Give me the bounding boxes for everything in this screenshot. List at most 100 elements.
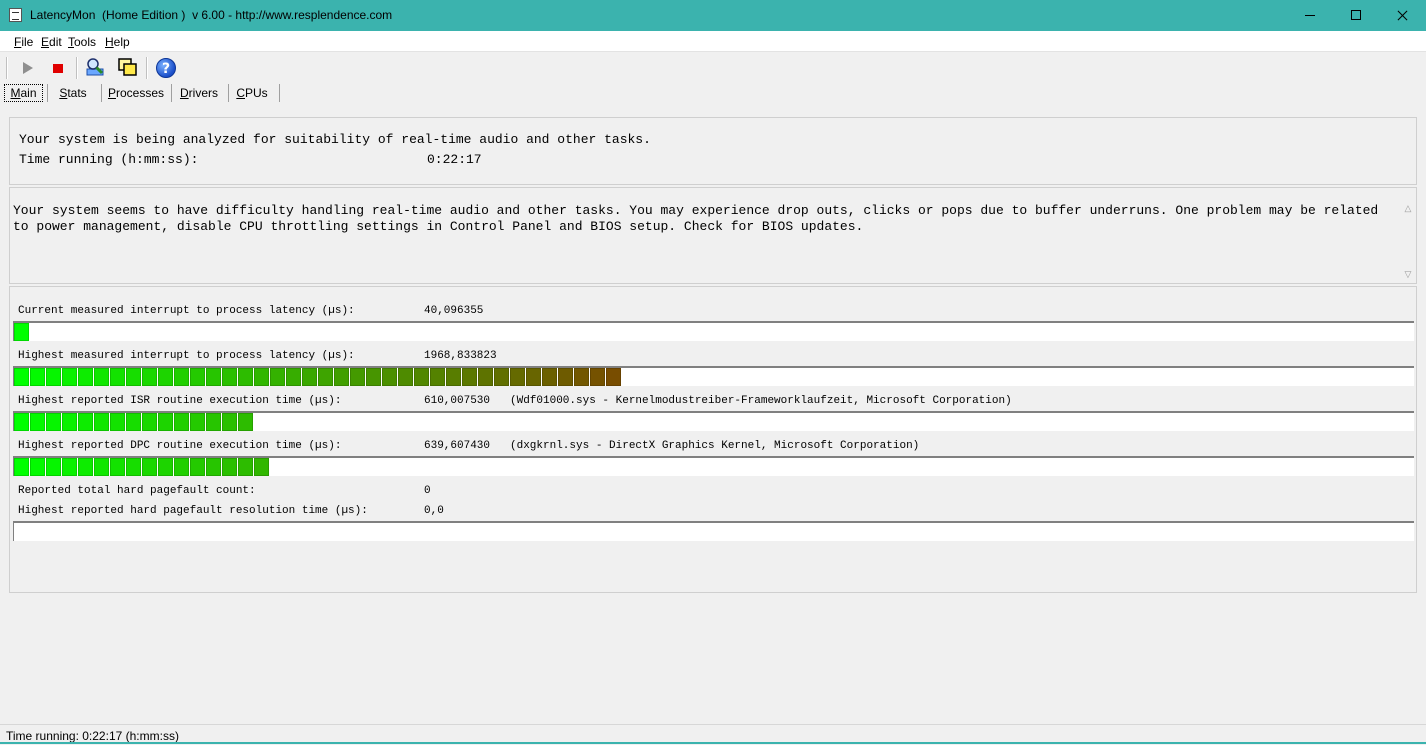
bar-segment xyxy=(558,368,573,386)
metrics-panel: Current measured interrupt to process la… xyxy=(9,286,1417,593)
menu-tools[interactable]: Tools xyxy=(68,35,96,49)
menu-bar: File Edit Tools Help xyxy=(0,31,1426,52)
magnify-icon xyxy=(86,58,104,76)
start-button[interactable] xyxy=(14,55,40,81)
pagefault-time-label: Highest reported hard pagefault resoluti… xyxy=(18,505,368,517)
tab-separator xyxy=(47,84,48,102)
toolbar-separator xyxy=(146,57,148,79)
bar-segment xyxy=(94,368,109,386)
analyze-button[interactable] xyxy=(82,55,108,81)
stop-button[interactable] xyxy=(45,55,71,81)
bar-segment xyxy=(14,413,29,431)
bar-segment xyxy=(94,458,109,476)
conclusion-scrollbar[interactable]: △ ▽ xyxy=(1400,200,1416,282)
tab-strip: Main Stats Processes Drivers CPUs xyxy=(0,82,1426,104)
menu-help[interactable]: Help xyxy=(105,35,130,49)
bar-segment xyxy=(302,368,317,386)
bar-segment xyxy=(30,368,45,386)
isr-time-label: Highest reported ISR routine execution t… xyxy=(18,395,342,407)
bar-segment xyxy=(318,368,333,386)
bar-segment xyxy=(526,368,541,386)
tab-processes[interactable]: Processes xyxy=(106,84,166,102)
dpc-time-label: Highest reported DPC routine execution t… xyxy=(18,440,342,452)
windows-icon xyxy=(118,58,137,76)
analysis-summary-panel: Your system is being analyzed for suitab… xyxy=(9,117,1417,185)
dpc-driver-info: (dxgkrnl.sys - DirectX Graphics Kernel, … xyxy=(510,440,920,452)
bar-segment xyxy=(430,368,445,386)
menu-file[interactable]: File xyxy=(14,35,33,49)
bar-segment xyxy=(46,458,61,476)
bar-segment xyxy=(94,413,109,431)
bar-segment xyxy=(190,413,205,431)
bar-segment xyxy=(126,458,141,476)
bar-segment xyxy=(142,368,157,386)
bar-segment xyxy=(174,368,189,386)
play-icon xyxy=(23,62,33,74)
help-button[interactable]: ? xyxy=(153,55,179,81)
bar-segment xyxy=(510,368,525,386)
bar-segment xyxy=(382,368,397,386)
bar-segment xyxy=(590,368,605,386)
bar-segment xyxy=(462,368,477,386)
tab-cpus[interactable]: CPUs xyxy=(233,84,271,102)
bar-segment xyxy=(190,368,205,386)
tab-main[interactable]: Main xyxy=(4,84,43,102)
bar-segment xyxy=(158,413,173,431)
app-icon[interactable] xyxy=(9,8,22,22)
title-bar[interactable]: LatencyMon (Home Edition ) v 6.00 - http… xyxy=(0,0,1426,31)
bar-segment xyxy=(14,458,29,476)
dpc-time-value: 639,607430 xyxy=(424,440,491,452)
stop-icon xyxy=(53,64,63,73)
bar-segment xyxy=(62,368,77,386)
isr-driver-info: (Wdf01000.sys - Kernelmodustreiber-Frame… xyxy=(510,395,1012,407)
bar-segment xyxy=(238,413,253,431)
windows-button[interactable] xyxy=(114,55,140,81)
close-button[interactable] xyxy=(1379,0,1425,31)
bar-segment xyxy=(254,368,269,386)
bar-segment xyxy=(158,368,173,386)
highest-latency-label: Highest measured interrupt to process la… xyxy=(18,350,355,362)
maximize-button[interactable] xyxy=(1333,0,1379,31)
bar-segment xyxy=(126,368,141,386)
scroll-up-icon[interactable]: △ xyxy=(1403,204,1413,214)
time-running-value: 0:22:17 xyxy=(427,152,482,167)
pagefault-time-value: 0,0 xyxy=(424,505,444,517)
bar-segment xyxy=(206,368,221,386)
tab-separator xyxy=(171,84,172,102)
bar-segment xyxy=(190,458,205,476)
current-latency-bar xyxy=(13,321,1414,341)
tab-stats[interactable]: Stats xyxy=(52,84,94,102)
bar-segment xyxy=(30,413,45,431)
bar-segment xyxy=(78,368,93,386)
bar-segment xyxy=(158,458,173,476)
bar-segment xyxy=(366,368,381,386)
menu-edit[interactable]: Edit xyxy=(41,35,62,49)
isr-time-bar xyxy=(13,411,1414,431)
bar-segment xyxy=(126,413,141,431)
bar-segment xyxy=(222,368,237,386)
bar-segment xyxy=(574,368,589,386)
bar-segment xyxy=(238,368,253,386)
conclusion-panel: Your system seems to have difficulty han… xyxy=(9,187,1417,284)
bar-segment xyxy=(14,323,29,341)
bar-segment xyxy=(14,368,29,386)
bar-segment xyxy=(286,368,301,386)
minimize-button[interactable] xyxy=(1287,0,1333,31)
bar-segment xyxy=(174,413,189,431)
bar-segment xyxy=(174,458,189,476)
bar-segment xyxy=(110,413,125,431)
bar-segment xyxy=(110,368,125,386)
dpc-time-bar-fill xyxy=(14,458,270,476)
scroll-down-icon[interactable]: ▽ xyxy=(1403,270,1413,280)
tab-drivers[interactable]: Drivers xyxy=(176,84,222,102)
bar-segment xyxy=(206,413,221,431)
bar-segment xyxy=(334,368,349,386)
bar-segment xyxy=(46,368,61,386)
bar-segment xyxy=(62,458,77,476)
pagefault-count-label: Reported total hard pagefault count: xyxy=(18,485,256,497)
bar-segment xyxy=(238,458,253,476)
conclusion-message: Your system seems to have difficulty han… xyxy=(13,203,1379,234)
bar-segment xyxy=(142,413,157,431)
bar-segment xyxy=(254,458,269,476)
status-time-running: Time running: 0:22:17 (h:mm:ss) xyxy=(6,729,179,743)
